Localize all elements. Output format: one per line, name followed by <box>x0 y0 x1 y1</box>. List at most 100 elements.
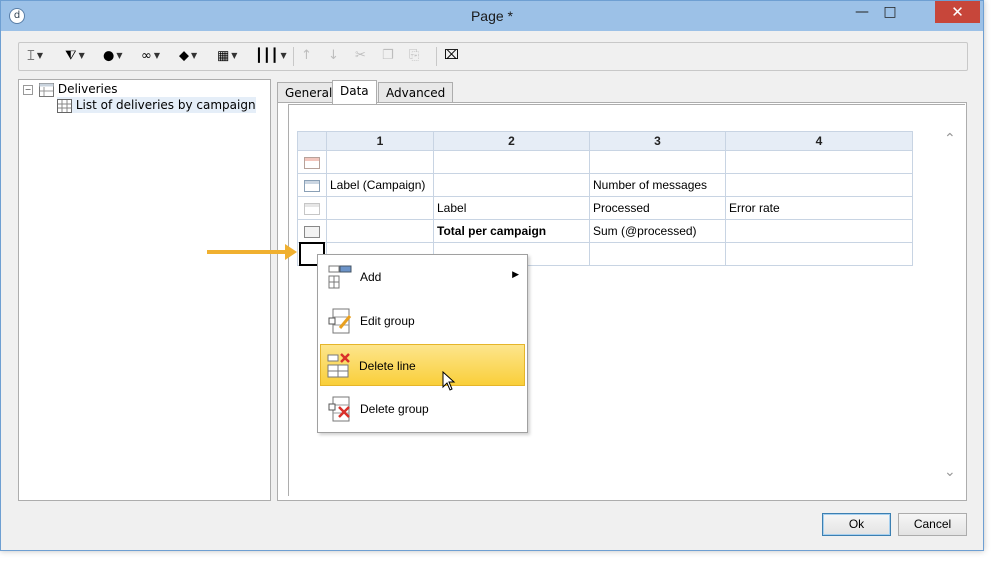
layout-grid: 1 2 3 4 Label (Campaign) Number of messa… <box>297 131 913 266</box>
tree-item-label: List of deliveries by campaign <box>75 98 256 112</box>
column-header[interactable]: 1 <box>326 131 434 151</box>
grid-cell[interactable] <box>725 242 913 266</box>
table-row: Label (Campaign) Number of messages <box>297 173 913 197</box>
layers-button[interactable]: ◆ ▼ <box>179 47 197 65</box>
add-line-icon <box>328 265 352 289</box>
callout-arrow <box>207 250 287 254</box>
grid-cell[interactable]: Label <box>433 196 590 220</box>
context-menu: Add ▶ Edit group Delete line Delete grou… <box>317 254 528 433</box>
grid-cell[interactable]: Sum (@processed) <box>589 219 726 243</box>
grid-cell[interactable]: Number of messages <box>589 173 726 197</box>
row-handle[interactable] <box>297 196 327 220</box>
row-handle[interactable] <box>297 173 327 197</box>
dropdown-arrow-icon[interactable]: ▼ <box>231 51 237 60</box>
maximize-button[interactable]: □ <box>876 1 904 23</box>
columns-button[interactable]: ┃┃┃ ▼ <box>255 47 287 65</box>
tree-expander[interactable]: − <box>23 85 33 95</box>
paste-button[interactable]: ⎘ <box>409 47 419 65</box>
minimize-button[interactable]: — <box>848 1 876 23</box>
column-header[interactable]: 2 <box>433 131 590 151</box>
text-cursor-button[interactable]: ⌶ ▼ <box>27 47 43 65</box>
tab-advanced[interactable]: Advanced <box>378 82 454 103</box>
scroll-up-icon[interactable]: ⌃ <box>944 131 956 147</box>
dialog-window: d Page * — □ ✕ ⌶ ▼ ⧨ ▼ ● ▼ ∞ ▼ ◆ ▼ ▦ ▼ ┃┃┃ ▼ ↑ ↓ ✂ ❐ ⎘ ⌧ − … <box>0 0 984 551</box>
toolbar-separator <box>436 47 437 66</box>
link-icon: ∞ <box>141 48 152 64</box>
globe-icon: ● <box>103 48 115 64</box>
move-down-button[interactable]: ↓ <box>328 47 339 65</box>
text-cursor-icon: ⌶ <box>27 48 35 64</box>
grid-corner <box>297 131 327 151</box>
grid-cell[interactable] <box>725 173 913 197</box>
title-bar[interactable]: d Page * — □ ✕ <box>1 1 983 31</box>
grid-cell[interactable] <box>326 196 434 220</box>
tree-item-label: Deliveries <box>57 82 118 96</box>
menu-item-delete-line[interactable]: Delete line <box>320 344 525 386</box>
menu-item-label: Delete group <box>360 402 429 416</box>
move-up-icon: ↑ <box>301 48 312 63</box>
grid-cell[interactable]: Processed <box>589 196 726 220</box>
menu-item-label: Delete line <box>359 359 416 373</box>
menu-item-label: Add <box>360 270 382 284</box>
link-button[interactable]: ∞ ▼ <box>141 47 160 65</box>
grid-cell[interactable] <box>725 150 913 174</box>
dropdown-arrow-icon[interactable]: ▼ <box>79 51 85 60</box>
grid-cell[interactable]: Total per campaign <box>433 219 590 243</box>
menu-item-label: Edit group <box>360 314 415 328</box>
grid-cell[interactable] <box>589 150 726 174</box>
globe-button[interactable]: ● ▼ <box>103 47 123 65</box>
close-button[interactable]: ✕ <box>935 1 980 23</box>
column-header[interactable]: 3 <box>589 131 726 151</box>
grid-cell[interactable] <box>326 150 434 174</box>
folder-table-icon <box>39 82 54 97</box>
grid-cell[interactable] <box>433 150 590 174</box>
delete-button[interactable]: ⌧ <box>444 47 459 65</box>
submenu-arrow-icon: ▶ <box>512 270 519 280</box>
cut-button[interactable]: ✂ <box>355 47 366 65</box>
table-button[interactable]: ▦ ▼ <box>217 47 237 65</box>
filter-settings-button[interactable]: ⧨ ▼ <box>65 47 85 65</box>
grid-cell[interactable] <box>589 242 726 266</box>
ok-button[interactable]: Ok <box>822 513 891 536</box>
table-row <box>297 150 913 174</box>
move-down-icon: ↓ <box>328 48 339 63</box>
grid-cell[interactable]: Error rate <box>725 196 913 220</box>
dropdown-arrow-icon[interactable]: ▼ <box>191 51 197 60</box>
dropdown-arrow-icon[interactable]: ▼ <box>280 51 286 60</box>
total-line-icon <box>304 225 320 238</box>
paste-icon: ⎘ <box>409 48 420 63</box>
move-up-button[interactable]: ↑ <box>301 47 312 65</box>
scroll-down-icon[interactable]: ⌄ <box>944 464 956 480</box>
tree-item-list-of-deliveries[interactable]: List of deliveries by campaign <box>57 97 256 113</box>
delete-group-icon <box>328 396 350 422</box>
header-line-icon <box>304 156 320 169</box>
edit-group-icon <box>328 308 352 334</box>
dropdown-arrow-icon[interactable]: ▼ <box>154 51 160 60</box>
grid-cell[interactable]: Label (Campaign) <box>326 173 434 197</box>
mouse-cursor-icon <box>442 371 456 391</box>
delete-line-icon <box>327 353 350 378</box>
cancel-button[interactable]: Cancel <box>898 513 967 536</box>
table-row: Label Processed Error rate <box>297 196 913 220</box>
callout-arrow-head <box>285 244 297 260</box>
tab-data[interactable]: Data <box>332 80 377 104</box>
layers-icon: ◆ <box>179 48 189 64</box>
menu-item-delete-group[interactable]: Delete group <box>320 388 525 430</box>
tree-view[interactable]: − Deliveries List of deliveries by campa… <box>18 79 271 501</box>
table-row: Total per campaign Sum (@processed) <box>297 219 913 243</box>
copy-button[interactable]: ❐ <box>382 47 394 65</box>
cut-icon: ✂ <box>355 48 366 63</box>
grid-cell[interactable] <box>725 219 913 243</box>
dropdown-arrow-icon[interactable]: ▼ <box>116 51 122 60</box>
grid-cell[interactable] <box>326 219 434 243</box>
grid-cell[interactable] <box>433 173 590 197</box>
filter-settings-icon: ⧨ <box>65 48 77 64</box>
column-header[interactable]: 4 <box>725 131 913 151</box>
row-handle[interactable] <box>297 150 327 174</box>
tree-item-deliveries[interactable]: Deliveries <box>39 81 118 97</box>
dropdown-arrow-icon[interactable]: ▼ <box>37 51 43 60</box>
tab-general[interactable]: General <box>277 82 341 103</box>
row-handle[interactable] <box>297 219 327 243</box>
menu-item-add[interactable]: Add ▶ <box>320 256 525 298</box>
menu-item-edit-group[interactable]: Edit group <box>320 300 525 342</box>
